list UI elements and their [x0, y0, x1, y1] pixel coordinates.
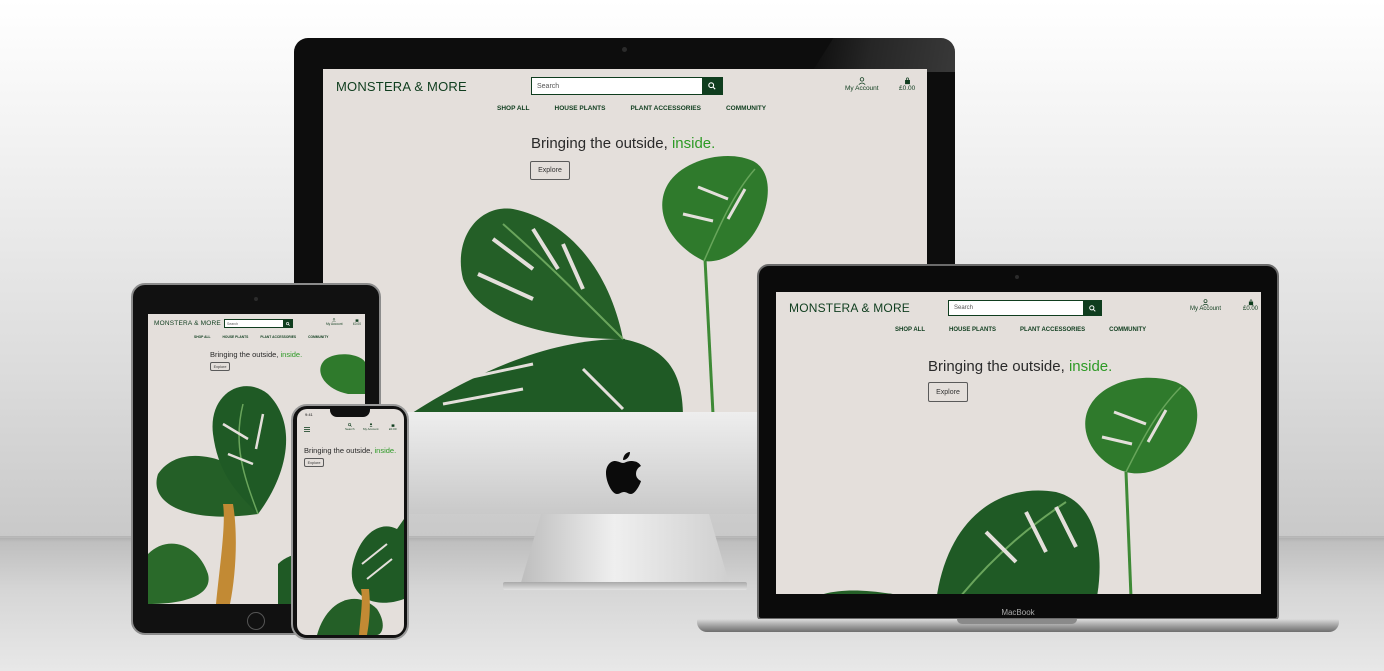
nav-shop-all[interactable]: SHOP ALL — [194, 335, 211, 339]
nav-plant-accessories[interactable]: PLANT ACCESSORIES — [260, 335, 296, 339]
search-input[interactable]: Search — [531, 77, 723, 95]
macbook-notch — [957, 619, 1077, 624]
monstera-leaves-image — [317, 519, 404, 635]
macbook-screen: MONSTERA & MORE Search My Account £0.00 … — [776, 292, 1261, 594]
monstera-leaves-image — [824, 377, 1198, 594]
ipad-camera — [254, 297, 258, 301]
brand-logo[interactable]: MONSTERA & MORE — [336, 79, 467, 94]
user-icon — [1202, 299, 1209, 306]
search-input[interactable]: Search — [224, 319, 293, 328]
account-label: My Account — [845, 85, 879, 92]
basket-total: £0.00 — [899, 85, 916, 92]
main-nav: SHOP ALL HOUSE PLANTS PLANT ACCESSORIES … — [497, 105, 766, 112]
imac-camera — [622, 47, 627, 52]
search-icon — [708, 82, 716, 90]
brand-logo[interactable]: MONSTERA & MORE — [789, 301, 910, 315]
iphone-notch — [330, 408, 370, 417]
imac-glare — [812, 38, 955, 72]
nav-community[interactable]: COMMUNITY — [1109, 327, 1146, 333]
iphone-screen: 9:41 Search My Account £0.00 Bringing th… — [297, 409, 404, 635]
account-link[interactable]: My Account — [326, 318, 342, 326]
apple-logo — [606, 452, 641, 494]
account-link[interactable]: My Account — [363, 423, 379, 431]
shopping-bag-icon — [904, 77, 910, 85]
search-icon — [285, 321, 290, 326]
macbook-camera — [1015, 275, 1019, 279]
basket-link[interactable]: £0.00 — [353, 318, 361, 326]
nav-community[interactable]: COMMUNITY — [308, 335, 328, 339]
nav-plant-accessories[interactable]: PLANT ACCESSORIES — [630, 105, 701, 112]
nav-house-plants[interactable]: HOUSE PLANTS — [555, 105, 606, 112]
search-label: Search — [345, 427, 355, 431]
nav-house-plants[interactable]: HOUSE PLANTS — [949, 327, 996, 333]
main-nav: SHOP ALL HOUSE PLANTS PLANT ACCESSORIES … — [895, 327, 1146, 333]
shopping-bag-icon — [1248, 299, 1253, 306]
user-icon — [858, 77, 866, 85]
search-link[interactable]: Search — [345, 423, 355, 431]
search-button[interactable] — [702, 78, 722, 94]
search-icon — [1088, 304, 1096, 312]
basket-link[interactable]: £0.00 — [899, 77, 915, 92]
basket-link[interactable]: £0.00 — [389, 423, 397, 431]
search-placeholder: Search — [954, 305, 974, 311]
nav-house-plants[interactable]: HOUSE PLANTS — [223, 335, 249, 339]
imac-stand — [520, 514, 730, 586]
basket-total: £0.00 — [1243, 306, 1259, 312]
hero-title: Bringing the outside, inside. — [304, 446, 396, 455]
hero-title-accent: inside. — [374, 446, 397, 455]
account-link[interactable]: My Account — [845, 77, 879, 92]
search-placeholder: Search — [537, 82, 560, 90]
nav-shop-all[interactable]: SHOP ALL — [497, 105, 530, 112]
nav-plant-accessories[interactable]: PLANT ACCESSORIES — [1020, 327, 1085, 333]
basket-total: £0.00 — [353, 322, 361, 326]
search-input[interactable]: Search — [948, 300, 1102, 316]
nav-shop-all[interactable]: SHOP ALL — [895, 327, 925, 333]
status-time: 9:41 — [305, 412, 313, 417]
monstera-leaves-image — [413, 155, 768, 412]
account-label: My Account — [326, 322, 343, 326]
menu-icon[interactable] — [304, 427, 310, 432]
basket-total: £0.00 — [389, 427, 397, 431]
ipad-home-button[interactable] — [247, 612, 265, 630]
macbook-label: MacBook — [1001, 608, 1035, 617]
main-nav: SHOP ALL HOUSE PLANTS PLANT ACCESSORIES … — [194, 335, 328, 339]
nav-community[interactable]: COMMUNITY — [726, 105, 766, 112]
search-button[interactable] — [1083, 301, 1101, 315]
search-placeholder: Search — [227, 321, 239, 326]
search-button[interactable] — [283, 320, 292, 327]
account-link[interactable]: My Account — [1190, 299, 1221, 312]
hero-title-plain: Bringing the outside, — [304, 446, 373, 455]
basket-link[interactable]: £0.00 — [1243, 299, 1258, 312]
imac-foot — [503, 582, 747, 590]
explore-button[interactable]: Explore — [304, 458, 324, 467]
account-label: My Account — [363, 427, 379, 431]
brand-logo[interactable]: MONSTERA & MORE — [154, 320, 221, 327]
account-label: My Account — [1190, 306, 1222, 312]
